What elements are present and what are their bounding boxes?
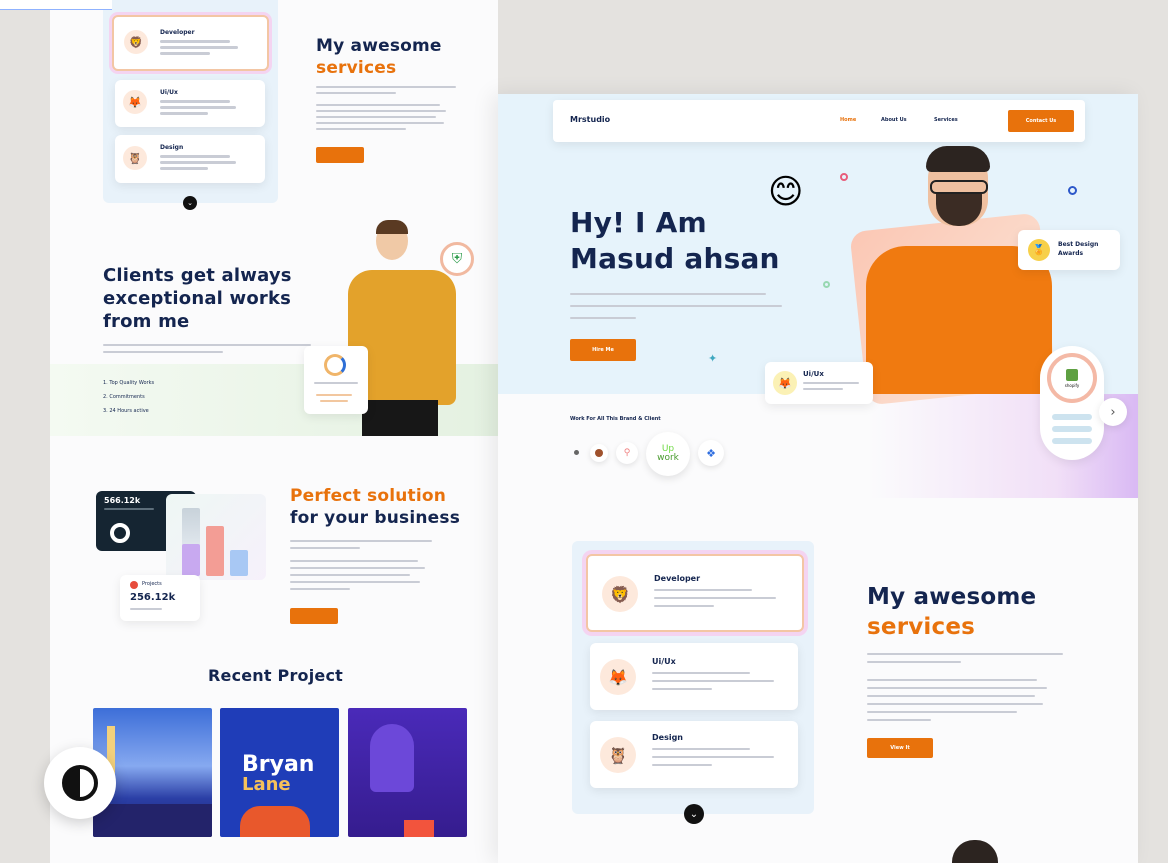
shopify-icon: shopify <box>1047 353 1097 403</box>
left-services-heading-accent: services <box>316 58 397 78</box>
target-icon <box>110 523 130 543</box>
contrast-icon <box>62 765 98 801</box>
left-services-heading: My awesome <box>316 36 442 56</box>
award-label-2: Awards <box>1058 250 1084 257</box>
brand-logo-3: ⚲ <box>616 442 638 464</box>
brand-logo-upwork: Up work <box>646 432 690 476</box>
right-services-heading: My awesome <box>867 584 1037 610</box>
left-services-button[interactable] <box>316 147 364 163</box>
hero-title-line-2: Masud ahsan <box>570 242 780 275</box>
recent-project-heading: Recent Project <box>208 666 343 685</box>
left-service-card-design[interactable]: 🦉 Design <box>115 135 265 183</box>
developer-icon: 🦁 <box>602 576 638 612</box>
hire-me-button[interactable]: Hire Me <box>570 339 636 361</box>
project-thumb-bryan-lane[interactable]: Bryan Lane <box>220 708 339 837</box>
chevron-down-icon[interactable]: ⌄ <box>183 196 197 210</box>
nav-home[interactable]: Home <box>840 117 856 123</box>
navbar: Mrstudio Home About Us Services Contact … <box>553 100 1085 142</box>
clients-heading-line-1: Clients get always <box>103 265 292 286</box>
chevron-right-icon[interactable]: › <box>1099 398 1127 426</box>
uiux-icon: 🦊 <box>600 659 636 695</box>
canvas: 🦁 Developer 🦊 Ui/Ux 🦉 Design ⌄ My awesom… <box>0 0 1168 863</box>
brand-logo[interactable]: Mrstudio <box>570 115 610 124</box>
dark-mode-toggle[interactable] <box>44 747 116 819</box>
nav-about-us[interactable]: About Us <box>881 117 907 123</box>
contact-us-button[interactable]: Contact Us <box>1008 110 1074 132</box>
right-service-card-design[interactable]: 🦉 Design <box>590 721 798 788</box>
perfect-heading-line-1: Perfect solution <box>290 486 447 506</box>
left-service-card-uiux[interactable]: 🦊 Ui/Ux <box>115 80 265 127</box>
right-service-title: Ui/Ux <box>652 657 676 666</box>
shopify-widget: shopify <box>1040 346 1104 460</box>
projects-label: Projects <box>142 581 162 587</box>
clients-heading-line-3: from me <box>103 311 190 332</box>
project-dot-icon <box>130 581 138 589</box>
uiux-icon: 🦊 <box>123 90 147 114</box>
developer-icon: 🦁 <box>124 30 148 54</box>
award-icon: 🏅 <box>1028 239 1050 261</box>
glasses-icon <box>930 180 988 194</box>
window-tab <box>0 0 112 10</box>
emoji-santa-icon: 😊 <box>768 172 804 212</box>
award-badge: 🏅 Best Design Awards <box>1018 230 1120 270</box>
uiux-icon: 🦊 <box>773 371 797 395</box>
left-service-title: Ui/Ux <box>160 89 178 96</box>
left-service-title: Design <box>160 144 184 151</box>
clients-list-item: 2. Commitments <box>103 394 145 400</box>
clock-icon <box>324 354 346 376</box>
shopify-label: shopify <box>1064 382 1080 388</box>
projects-stat-card: Projects 256.12k <box>120 575 200 621</box>
design-icon: 🦉 <box>123 146 147 170</box>
upwork-text-2: work <box>657 453 679 463</box>
star-icon: ✦ <box>708 352 718 365</box>
shield-icon: ⛨ <box>440 242 474 276</box>
perfect-heading-line-2: for your business <box>290 508 461 528</box>
clients-list-item: 3. 24 Hours active <box>103 408 149 414</box>
right-service-card-uiux[interactable]: 🦊 Ui/Ux <box>590 643 798 710</box>
uiux-badge: 🦊 Ui/Ux <box>765 362 873 404</box>
clients-heading-line-2: exceptional works <box>103 288 292 309</box>
clients-list-item: 1. Top Quality Works <box>103 380 155 386</box>
hero-person-figure <box>864 146 1054 394</box>
left-service-card-developer[interactable]: 🦁 Developer <box>112 15 269 71</box>
nav-services[interactable]: Services <box>934 117 958 123</box>
perfect-button[interactable] <box>290 608 338 624</box>
right-service-title: Design <box>652 733 683 742</box>
brand-logo-2 <box>590 444 608 462</box>
hours-widget <box>304 346 368 414</box>
design-icon: 🦉 <box>600 737 636 773</box>
stat-big-value: 566.12k <box>104 496 141 505</box>
project-thumb-purple[interactable] <box>348 708 467 837</box>
view-it-button[interactable]: View It <box>867 738 933 758</box>
dropbox-icon: ❖ <box>698 440 724 466</box>
brands-heading: Work For All This Brand & Client <box>570 416 661 422</box>
hero-title-line-1: Hy! I Am <box>570 206 707 239</box>
project-lane-text: Lane <box>242 774 291 795</box>
stat-small-value: 256.12k <box>130 592 176 603</box>
award-label-1: Best Design <box>1058 241 1099 248</box>
right-services-heading-accent: services <box>867 614 976 640</box>
right-service-title: Developer <box>654 574 701 583</box>
bar-chart-widget <box>166 494 266 580</box>
uiux-badge-title: Ui/Ux <box>803 370 824 378</box>
brand-logo-1 <box>574 450 579 455</box>
right-service-card-developer[interactable]: 🦁 Developer <box>586 554 804 632</box>
chevron-down-icon[interactable]: ⌄ <box>684 804 704 824</box>
left-service-title: Developer <box>160 29 195 36</box>
